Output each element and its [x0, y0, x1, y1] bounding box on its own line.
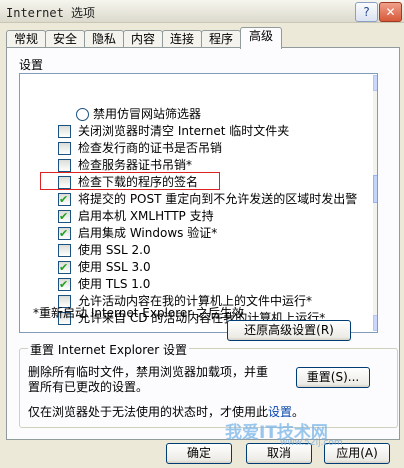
tab-privacy[interactable]: 隐私 [84, 30, 124, 48]
window-title: Internet 选项 [6, 6, 96, 20]
checkbox[interactable] [58, 225, 71, 242]
checkbox[interactable] [58, 191, 71, 208]
item-label: 启用本机 XMLHTTP 支持 [78, 209, 214, 223]
reset-group-title: 重置 Internet Explorer 设置 [28, 341, 190, 358]
checkbox[interactable] [58, 244, 71, 257]
list-item[interactable]: 使用 SSL 3.0 [20, 259, 340, 276]
tab-general[interactable]: 常规 [6, 30, 46, 48]
list-item[interactable]: 禁用仿冒网站筛选器 [20, 106, 340, 123]
radio-button[interactable] [76, 108, 89, 121]
settings-label: 设置 [19, 58, 44, 72]
highlight-box [40, 172, 220, 190]
reset-note-link[interactable]: 设置 [268, 405, 292, 419]
list-item[interactable]: 将提交的 POST 重定向到不允许发送的区域时发出警 [20, 191, 357, 208]
checkbox[interactable] [58, 208, 71, 225]
scroll-up-icon[interactable]: ▲ [373, 75, 377, 91]
checkbox[interactable] [58, 159, 71, 172]
list-item[interactable]: 检查发行商的证书是否吊销 [20, 140, 340, 157]
scroll-down-icon[interactable]: ▼ [373, 315, 377, 331]
item-label: 关闭浏览器时清空 Internet 临时文件夹 [78, 124, 290, 138]
tab-programs[interactable]: 程序 [201, 30, 241, 48]
list-item[interactable]: 使用 SSL 2.0 [20, 242, 340, 259]
advanced-panel: 设置 禁用仿冒网站筛选器 关闭浏览器时清空 Internet 临时文件夹 检查发… [6, 47, 400, 440]
checkbox[interactable] [58, 125, 71, 138]
checkbox[interactable] [58, 276, 71, 293]
tab-connections[interactable]: 连接 [162, 30, 202, 48]
vertical-scrollbar[interactable]: ▲ ▼ [373, 75, 377, 331]
restart-note: *重新启动 Internet Explorer 之后生效 [33, 306, 245, 320]
tab-advanced[interactable]: 高级 [240, 27, 282, 49]
item-label: 检查发行商的证书是否吊销 [78, 141, 223, 155]
list-item[interactable]: 启用集成 Windows 验证* [20, 225, 340, 242]
ok-button[interactable]: 确定 [166, 443, 232, 464]
tab-security[interactable]: 安全 [45, 30, 85, 48]
settings-list[interactable]: 禁用仿冒网站筛选器 关闭浏览器时清空 Internet 临时文件夹 检查发行商的… [19, 73, 378, 333]
reset-button[interactable]: 重置(S)... [296, 367, 370, 388]
scroll-thumb[interactable] [373, 175, 377, 203]
restore-advanced-button[interactable]: 还原高级设置(R) [227, 320, 351, 341]
list-item[interactable]: 关闭浏览器时清空 Internet 临时文件夹 [20, 123, 340, 140]
reset-group: 重置 Internet Explorer 设置 删除所有临时文件，禁用浏览器加载… [19, 341, 398, 428]
reset-description-line2: 置所有已更改的设置。 [28, 380, 149, 394]
checkbox[interactable] [58, 259, 71, 276]
item-label: 使用 SSL 2.0 [78, 243, 151, 257]
reset-note-suffix: 。 [292, 405, 305, 419]
checkbox[interactable] [58, 142, 71, 155]
tab-content[interactable]: 内容 [123, 30, 163, 48]
title-bar: Internet 选项 ? ✕ [0, 0, 404, 23]
close-button[interactable]: ✕ [379, 2, 402, 22]
item-label: 启用集成 Windows 验证* [78, 226, 218, 240]
reset-note-prefix: 仅在浏览器处于无法使用的状态时，才使用此 [28, 405, 269, 419]
help-button[interactable]: ? [355, 2, 378, 22]
list-item[interactable]: 启用本机 XMLHTTP 支持 [20, 208, 340, 225]
watermark-url: www.52ij.com [280, 438, 343, 448]
item-label: 使用 TLS 1.0 [78, 277, 151, 291]
item-label: 使用 SSL 3.0 [78, 260, 151, 274]
item-label: 禁用仿冒网站筛选器 [93, 107, 202, 121]
item-label: 将提交的 POST 重定向到不允许发送的区域时发出警 [78, 192, 358, 206]
list-item[interactable]: 使用 TLS 1.0 [20, 276, 340, 293]
